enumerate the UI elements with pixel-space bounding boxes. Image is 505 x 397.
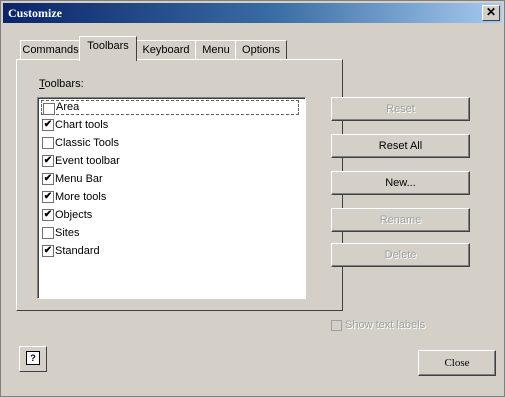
rename-button[interactable]: Rename — [331, 208, 470, 232]
close-button[interactable]: Close — [418, 350, 496, 376]
checkbox[interactable] — [43, 103, 55, 115]
customize-dialog: Customize ✕ Commands Toolbars Keyboard M… — [0, 0, 505, 397]
show-text-labels-checkbox[interactable]: Show text labels — [331, 319, 425, 331]
list-item[interactable]: ✔ Event toolbar — [41, 153, 299, 170]
title-bar[interactable]: Customize ✕ — [3, 3, 502, 23]
list-item[interactable]: ✔ More tools — [41, 189, 299, 206]
tab-commands[interactable]: Commands — [20, 40, 81, 60]
checkbox[interactable]: ✔ — [42, 209, 54, 221]
list-item[interactable]: Sites — [41, 225, 299, 242]
reset-all-button[interactable]: Reset All — [331, 134, 470, 158]
checkbox[interactable]: ✔ — [42, 191, 54, 203]
checkbox[interactable]: ✔ — [42, 155, 54, 167]
list-item[interactable]: ✔ Chart tools — [41, 117, 299, 134]
checkbox[interactable] — [42, 137, 54, 149]
tab-menu[interactable]: Menu — [195, 40, 237, 60]
window-title: Customize — [8, 6, 62, 20]
reset-button[interactable]: Reset — [331, 97, 470, 121]
tab-options[interactable]: Options — [235, 40, 287, 60]
checkbox-box — [331, 319, 342, 331]
help-button[interactable]: ? — [19, 346, 47, 372]
list-item[interactable]: ✔ Objects — [41, 207, 299, 224]
delete-button[interactable]: Delete — [331, 243, 470, 267]
checkbox[interactable]: ✔ — [42, 245, 54, 257]
list-item[interactable]: Classic Tools — [41, 135, 299, 152]
list-item[interactable]: Area — [41, 100, 299, 115]
list-item[interactable]: ✔ Menu Bar — [41, 171, 299, 188]
toolbars-listbox[interactable]: Area ✔ Chart tools Classic Tools ✔ Event… — [37, 97, 306, 299]
tab-toolbars[interactable]: Toolbars — [79, 36, 137, 61]
new-button[interactable]: New... — [331, 171, 470, 195]
help-icon: ? — [26, 351, 40, 365]
close-icon[interactable]: ✕ — [482, 5, 500, 21]
toolbars-list-label: Toolbars: — [39, 78, 84, 90]
checkbox[interactable]: ✔ — [42, 119, 54, 131]
checkbox[interactable] — [42, 227, 54, 239]
list-item[interactable]: ✔ Standard — [41, 243, 299, 260]
tab-keyboard[interactable]: Keyboard — [135, 40, 197, 60]
checkbox[interactable]: ✔ — [42, 173, 54, 185]
